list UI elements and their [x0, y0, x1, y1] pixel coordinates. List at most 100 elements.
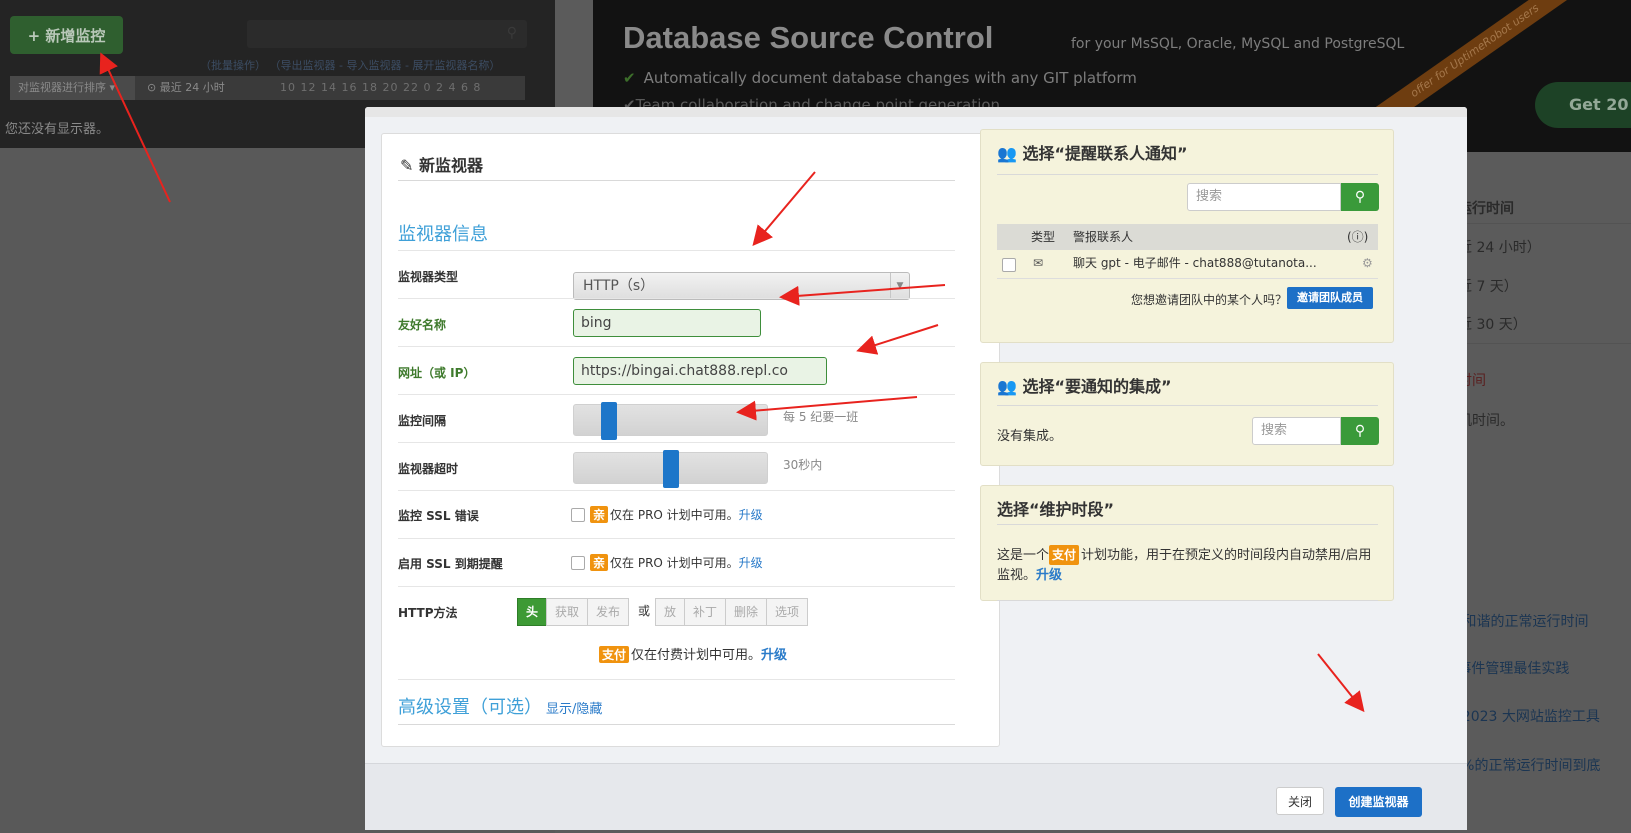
alert-contacts-title: 👥 选择“提醒联系人通知”	[997, 140, 1188, 164]
upgrade-link[interactable]: 升级	[739, 508, 763, 522]
method-options-button[interactable]: 选项	[766, 598, 809, 626]
maintenance-panel: 选择“维护时段” 这是一个 支付 计划功能，用于在预定义的时间段内自动禁用/启用监视…	[980, 485, 1394, 601]
ssl-expiry-checkbox[interactable]	[571, 556, 585, 570]
method-post-button[interactable]: 发布	[587, 598, 630, 626]
divider	[398, 586, 955, 587]
ssl-expiry-pro-note: 亲仅在 PRO 计划中可用。升级	[590, 554, 763, 571]
gear-icon[interactable]: ⚙	[1362, 250, 1373, 276]
invite-question: 您想邀请团队中的某个人吗？	[1131, 293, 1288, 307]
url-input[interactable]: https://bingai.chat888.repl.co	[573, 357, 827, 385]
method-get-button[interactable]: 获取	[546, 598, 589, 626]
integrations-title-text: 选择“要通知的集成”	[1022, 377, 1172, 396]
alert-contact-row[interactable]: ✉ 聊天 gpt - 电子邮件 - chat888@tutanota... ⚙	[997, 250, 1378, 279]
paid-badge: 支付	[1049, 545, 1080, 565]
invite-team-member-button[interactable]: 邀请团队成员	[1287, 287, 1373, 309]
monitor-type-select[interactable]: HTTP（s） ▼	[573, 272, 910, 300]
sort-bar: 对监视器进行排序 ▾ ⊙ 最近 24 小时 10 12 14 16 18 20 …	[10, 76, 525, 100]
advanced-toggle-link[interactable]: 显示/隐藏	[546, 702, 602, 717]
friendly-name-input[interactable]: bing	[573, 309, 761, 337]
method-head-button[interactable]: 头	[517, 598, 548, 626]
upgrade-link[interactable]: 升级	[739, 556, 763, 570]
integrations-panel: 👥 选择“要通知的集成” 没有集成。 搜索 ⚲	[980, 362, 1394, 466]
alert-contacts-table-header: 类型 警报联系人 (ⓘ)	[997, 224, 1378, 250]
divider	[997, 405, 1378, 406]
col-type: 类型	[1031, 230, 1056, 244]
add-new-monitor-button[interactable]: + 新增监控	[10, 16, 123, 54]
create-monitor-button[interactable]: 创建监视器	[1335, 787, 1422, 817]
panel-title: ✎ 新监视器	[400, 152, 483, 176]
close-button[interactable]: 关闭	[1276, 787, 1324, 815]
alert-contacts-search-button[interactable]: ⚲	[1341, 183, 1379, 211]
upgrade-link[interactable]: 升级	[1036, 568, 1062, 583]
users-icon: 👥	[997, 144, 1017, 163]
banner-title: Database Source Control	[623, 20, 994, 55]
pro-badge: 亲	[590, 554, 609, 571]
interval-slider-handle[interactable]	[601, 402, 617, 440]
maintenance-text-before: 这是一个	[997, 548, 1050, 563]
divider	[398, 394, 955, 395]
alert-contact-name: 聊天 gpt - 电子邮件 - chat888@tutanota...	[1073, 256, 1317, 270]
integrations-title: 👥 选择“要通知的集成”	[997, 373, 1172, 397]
http-method-group-b: 放 补丁 删除 选项	[655, 598, 809, 626]
interval-label: 监控间隔	[398, 414, 447, 428]
banner-cta-button[interactable]: Get 20	[1535, 82, 1631, 128]
upgrade-link[interactable]: 升级	[761, 648, 787, 663]
monitor-type-label: 监视器类型	[398, 270, 459, 284]
paid-badge: 支付	[599, 646, 630, 663]
last-24h-label: ⊙ 最近 24 小时	[147, 81, 225, 94]
new-monitor-modal: ✎ 新监视器 监视器信息 监视器类型 HTTP（s） ▼ 友好名称 bing 网址…	[365, 107, 1467, 830]
timeout-slider[interactable]	[573, 450, 768, 488]
divider	[398, 724, 955, 725]
divider	[398, 679, 955, 680]
paid-note-text: 仅在付费计划中可用。	[631, 648, 762, 663]
divider	[398, 538, 955, 539]
divider	[997, 600, 1378, 601]
no-integrations-text: 没有集成。	[997, 429, 1063, 444]
add-new-monitor-label: + 新增监控	[27, 26, 106, 45]
ssl-expiry-label: 启用 SSL 到期提醒	[398, 557, 503, 571]
alert-contacts-search-input[interactable]: 搜索	[1187, 183, 1341, 211]
advanced-settings-heading: 高级设置（可选） 显示/隐藏	[398, 693, 602, 719]
search-icon: ⚲	[506, 25, 517, 41]
integrations-search-input[interactable]: 搜索	[1252, 417, 1341, 445]
banner-check-1-text: Automatically document database changes …	[643, 69, 1137, 87]
users-icon: 👥	[997, 377, 1017, 396]
divider	[997, 174, 1378, 175]
method-delete-button[interactable]: 删除	[725, 598, 768, 626]
monitor-info-heading: 监视器信息	[398, 224, 488, 245]
new-monitor-panel: ✎ 新监视器 监视器信息 监视器类型 HTTP（s） ▼ 友好名称 bing 网址…	[381, 133, 1000, 747]
method-put-button[interactable]: 放	[655, 598, 686, 626]
pro-badge: 亲	[590, 506, 609, 523]
interval-note: 每 5 纪要一班	[783, 410, 859, 424]
banner-check-1: ✔ Automatically document database changes…	[623, 69, 1137, 87]
ssl-error-pro-note: 亲仅在 PRO 计划中可用。升级	[590, 506, 763, 523]
timeout-slider-handle[interactable]	[663, 450, 679, 488]
integrations-search-button[interactable]: ⚲	[1341, 417, 1379, 445]
or-text: 或	[638, 604, 651, 618]
divider	[997, 524, 1378, 525]
sort-dropdown[interactable]: 对监视器进行排序 ▾	[10, 76, 135, 100]
mail-icon: ✉	[1033, 256, 1044, 270]
interval-slider[interactable]	[573, 402, 768, 440]
col-contact: 警报联系人	[1073, 230, 1134, 244]
maintenance-text: 这是一个 支付 计划功能，用于在预定义的时间段内自动禁用/启用监视。升级	[997, 545, 1377, 586]
advanced-settings-label: 高级设置（可选）	[398, 697, 542, 718]
http-method-label: HTTP方法	[398, 606, 458, 620]
divider	[398, 490, 955, 491]
banner-subtitle: for your MsSQL, Oracle, MySQL and Postgr…	[1071, 36, 1405, 52]
method-patch-button[interactable]: 补丁	[684, 598, 727, 626]
monitor-search-input[interactable]: ⚲	[247, 20, 527, 48]
search-icon: ⚲	[1354, 189, 1366, 205]
divider	[398, 250, 955, 251]
sort-label: 对监视器进行排序	[18, 81, 106, 94]
check-icon: ✔	[623, 69, 636, 87]
divider	[398, 298, 955, 299]
bulk-actions-links[interactable]: （批量操作） （导出监视器 - 导入监视器 - 展开监视器名称）	[200, 57, 500, 73]
chevron-down-icon: ▼	[890, 273, 909, 299]
ssl-error-checkbox[interactable]	[571, 508, 585, 522]
last-24h-text: 最近 24 小时	[159, 81, 225, 94]
modal-top-bar	[365, 107, 1467, 117]
alert-contact-checkbox[interactable]	[1002, 258, 1016, 272]
timeout-label: 监视器超时	[398, 462, 459, 476]
divider	[398, 180, 955, 181]
